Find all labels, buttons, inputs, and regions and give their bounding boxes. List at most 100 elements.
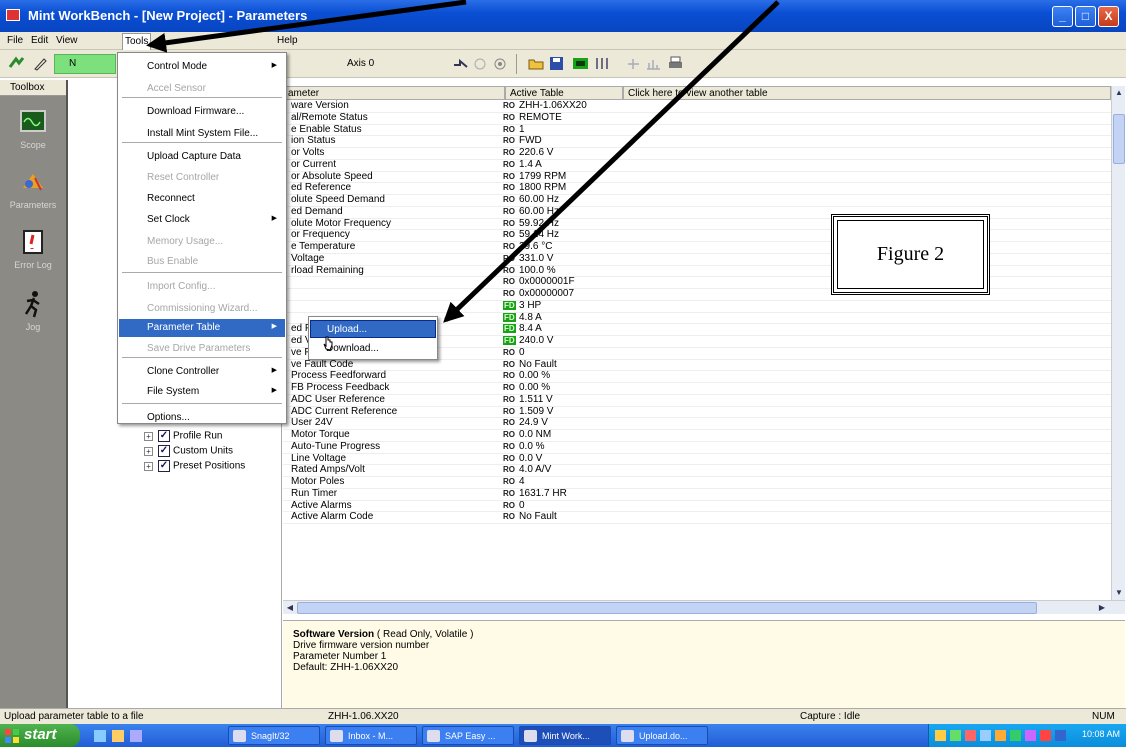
table-row[interactable]: or Volts RO 220.6 V — [283, 147, 1111, 160]
table-row[interactable]: al/Remote Status RO REMOTE — [283, 112, 1111, 125]
table-row[interactable]: or Current RO 1.4 A — [283, 159, 1111, 172]
chart-icon[interactable] — [645, 55, 662, 72]
menu-edit[interactable]: Edit — [31, 35, 48, 46]
tool-scope[interactable]: Scope — [0, 108, 66, 150]
taskbar-item-sap[interactable]: SAP Easy ... — [422, 726, 514, 745]
tool-parameters[interactable]: Parameters — [0, 168, 66, 210]
menu-help[interactable]: Help — [277, 35, 298, 46]
ro-badge: RO — [503, 488, 515, 498]
tree-item-custom-units[interactable]: + ✓ Custom Units — [144, 445, 233, 459]
taskbar-item-upload-doc[interactable]: Upload.do... — [616, 726, 708, 745]
column-header-other-table[interactable]: Click here to view another table — [623, 86, 1111, 100]
taskbar-item-snagit[interactable]: SnagIt/32 — [228, 726, 320, 745]
tool-jog[interactable]: Jog — [0, 290, 66, 332]
tray-icons[interactable] — [935, 728, 1070, 743]
checkbox-checked-icon[interactable]: ✓ — [158, 445, 170, 457]
table-row[interactable]: User 24V RO 24.9 V — [283, 417, 1111, 430]
grid-icon[interactable] — [594, 55, 611, 72]
menu-item-parameter-table[interactable]: Parameter Table ▶ — [119, 319, 285, 337]
ro-badge: RO — [503, 430, 515, 439]
tool-error-log[interactable]: Error Log — [0, 228, 66, 270]
taskbar-item-inbox[interactable]: Inbox - M... — [325, 726, 417, 745]
table-row[interactable]: e Enable Status RO 1 — [283, 124, 1111, 137]
rotate-icon[interactable] — [472, 55, 489, 72]
menu-item-download-firmware[interactable]: Download Firmware... — [119, 103, 285, 121]
menu-item-upload-capture-data[interactable]: Upload Capture Data — [119, 148, 285, 166]
column-header-active-table[interactable]: Active Table — [505, 86, 623, 100]
expand-icon[interactable]: + — [144, 431, 153, 441]
table-row[interactable]: ve Fault Code RO No Fault — [283, 359, 1111, 372]
minimize-button[interactable]: _ — [1052, 6, 1073, 27]
submenu-arrow-icon: ▶ — [271, 215, 277, 222]
checkbox-checked-icon[interactable]: ✓ — [158, 460, 170, 472]
table-row[interactable]: Active Alarm Code RO No Fault — [283, 511, 1111, 524]
table-row[interactable]: FD 3 HP — [283, 300, 1111, 313]
print-icon[interactable] — [667, 55, 684, 72]
table-row[interactable]: Line Voltage RO 0.0 V — [283, 453, 1111, 466]
menu-item-control-mode[interactable]: Control Mode ▶ — [119, 58, 285, 76]
table-row[interactable]: ADC User Reference RO 1.511 V — [283, 394, 1111, 407]
table-row[interactable]: Motor Torque RO 0.0 NM — [283, 429, 1111, 442]
menu-file[interactable]: File — [7, 35, 23, 46]
parameter-name: ware Version — [291, 100, 349, 111]
scroll-down-icon[interactable]: ▼ — [1112, 586, 1126, 599]
move-icon[interactable] — [452, 55, 469, 72]
table-row[interactable]: olute Speed Demand RO 60.00 Hz — [283, 194, 1111, 207]
horizontal-scrollbar[interactable]: ◀ ▶ — [283, 600, 1125, 614]
table-row[interactable]: ed Reference RO 1800 RPM — [283, 182, 1111, 195]
connect-icon[interactable] — [8, 55, 25, 72]
open-folder-icon[interactable] — [528, 55, 545, 72]
scroll-left-icon[interactable]: ◀ — [283, 601, 297, 614]
stop-icon[interactable] — [492, 55, 509, 72]
save-icon[interactable] — [548, 55, 565, 72]
inbox-icon — [330, 730, 343, 742]
table-row[interactable]: Active Alarms RO 0 — [283, 500, 1111, 513]
title-bar[interactable]: Mint WorkBench - [New Project] - Paramet… — [0, 0, 1126, 32]
menu-view[interactable]: View — [56, 35, 78, 46]
scroll-up-icon[interactable]: ▲ — [1112, 86, 1126, 99]
parameter-value: 60.00 Hz — [519, 205, 560, 217]
scroll-right-icon[interactable]: ▶ — [1095, 601, 1109, 614]
checkbox-checked-icon[interactable]: ✓ — [158, 430, 170, 442]
close-button[interactable]: X — [1098, 6, 1119, 27]
menu-item-install-mint-system-file[interactable]: Install Mint System File... — [119, 125, 285, 143]
scroll-thumb[interactable] — [1113, 114, 1125, 164]
table-row[interactable]: Motor Poles RO 4 — [283, 476, 1111, 489]
maximize-button[interactable]: □ — [1075, 6, 1096, 27]
table-row[interactable]: Auto-Tune Progress RO 0.0 % — [283, 441, 1111, 454]
ro-badge: RO — [503, 500, 515, 510]
table-row[interactable]: Rated Amps/Volt RO 4.0 A/V — [283, 464, 1111, 477]
ro-badge: RO — [503, 136, 515, 146]
menu-item-set-clock[interactable]: Set Clock ▶ — [119, 211, 285, 229]
ro-badge: RO — [503, 383, 515, 392]
quick-launch-icons[interactable] — [92, 728, 152, 744]
table-row[interactable]: Process Feedforward RO 0.00 % — [283, 370, 1111, 383]
menu-tools[interactable]: Tools — [122, 33, 152, 50]
axis-label[interactable]: Axis 0 — [347, 58, 374, 69]
table-row[interactable]: ion Status RO FWD — [283, 135, 1111, 148]
table-row[interactable]: ADC Current Reference RO 1.509 V — [283, 406, 1111, 419]
ro-badge: RO — [503, 289, 515, 298]
expand-icon[interactable]: + — [144, 461, 153, 471]
table-row[interactable]: or Absolute Speed RO 1799 RPM — [283, 171, 1111, 184]
start-button[interactable]: start — [0, 724, 80, 747]
table-row[interactable]: ware Version RO ZHH-1.06XX20 — [283, 100, 1111, 113]
description-qualifier: ( Read Only, Volatile ) — [376, 629, 474, 640]
drive-table-icon[interactable] — [572, 55, 589, 72]
vertical-scrollbar[interactable]: ▲ ▼ — [1111, 86, 1125, 600]
tree-item-profile-run[interactable]: + ✓ Profile Run — [144, 430, 222, 444]
menu-item-clone-controller[interactable]: Clone Controller ▶ — [119, 363, 285, 381]
clock[interactable]: 10:08 AM — [1082, 729, 1120, 739]
pencil-icon[interactable] — [32, 55, 49, 72]
expand-icon[interactable]: + — [144, 446, 153, 456]
table-row[interactable]: Run Timer RO 1631.7 HR — [283, 488, 1111, 501]
menu-item-file-system[interactable]: File System ▶ — [119, 383, 285, 401]
taskbar-item-mint[interactable]: Mint Work... — [519, 726, 611, 745]
nav-icon[interactable] — [625, 55, 642, 72]
tree-item-preset-positions[interactable]: + ✓ Preset Positions — [144, 460, 245, 474]
column-header-parameter[interactable]: ameter — [283, 86, 505, 100]
menu-item-options[interactable]: Options... — [119, 409, 285, 427]
menu-item-reconnect[interactable]: Reconnect — [119, 190, 285, 208]
table-row[interactable]: FB Process Feedback RO 0.00 % — [283, 382, 1111, 395]
scroll-thumb[interactable] — [297, 602, 1037, 614]
